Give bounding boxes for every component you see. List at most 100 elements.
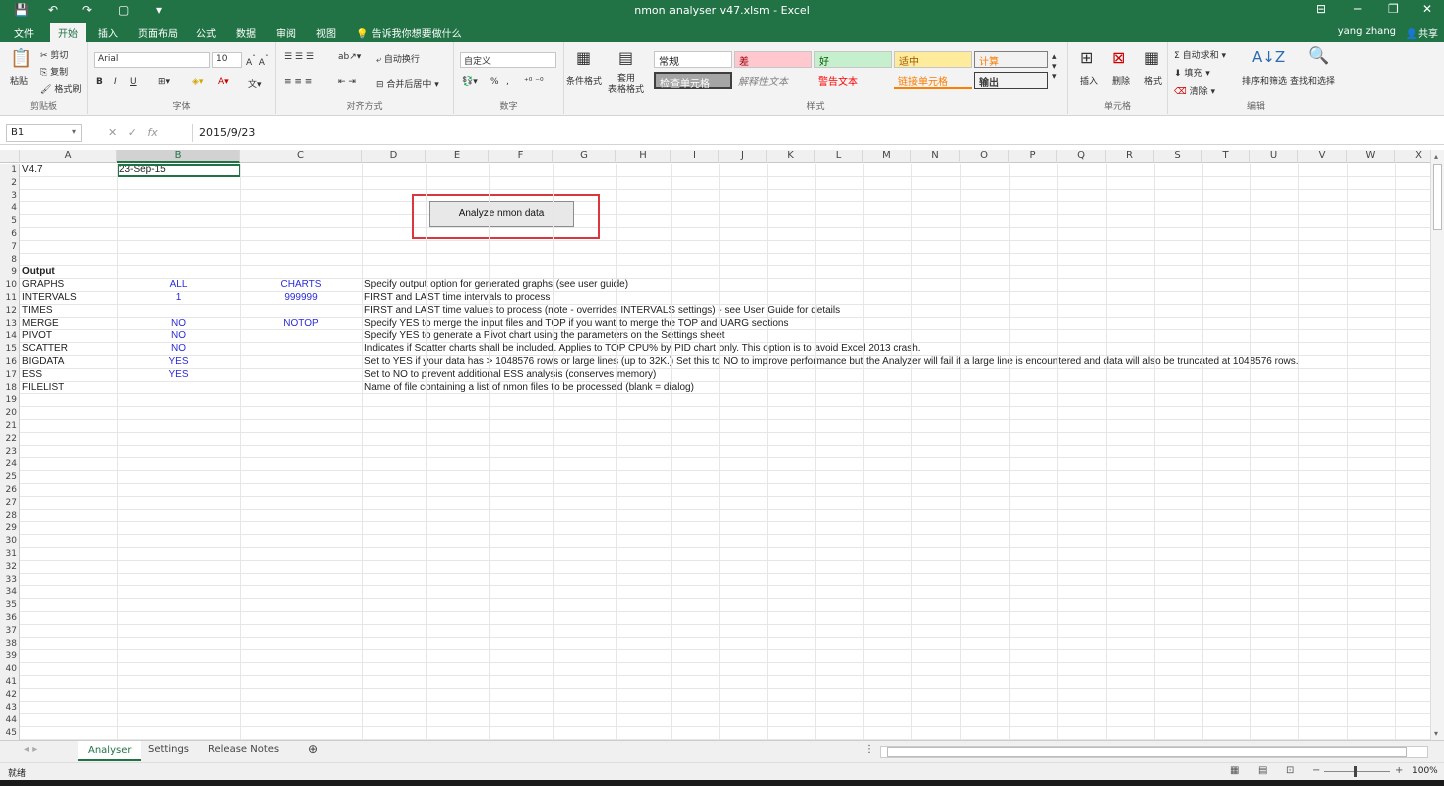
align-left-icon[interactable]: ≡ ≡ ≡	[284, 77, 312, 87]
row-header[interactable]: 21	[0, 420, 20, 433]
fill-color-icon[interactable]: ◈▾	[192, 77, 203, 87]
orientation-icon[interactable]: ab↗▾	[338, 52, 361, 62]
underline-button[interactable]: U	[130, 77, 137, 87]
column-header-h[interactable]: H	[616, 150, 671, 163]
row-header[interactable]: 38	[0, 637, 20, 651]
conditional-format-icon[interactable]: ▦	[576, 48, 591, 67]
row-header[interactable]: 44	[0, 714, 20, 728]
sheet-tab-release-notes[interactable]: Release Notes	[208, 744, 279, 755]
row-header[interactable]: 12	[0, 304, 20, 318]
font-name-select[interactable]: Arial	[94, 52, 210, 68]
clear-button[interactable]: ⌫ 清除 ▾	[1174, 84, 1215, 97]
minimize-icon[interactable]: ─	[1354, 2, 1361, 16]
find-icon[interactable]: 🔍	[1308, 46, 1329, 66]
tab-data[interactable]: 数据	[236, 25, 256, 40]
font-size-select[interactable]: 10	[212, 52, 242, 68]
cut-button[interactable]: ✂ 剪切	[40, 48, 68, 61]
page-layout-view-icon[interactable]: ▤	[1258, 765, 1267, 776]
column-header-e[interactable]: E	[426, 150, 489, 163]
column-header-w[interactable]: W	[1347, 150, 1395, 163]
number-format-select[interactable]: 自定义	[460, 52, 556, 68]
cell-a17[interactable]: ESS	[22, 369, 42, 382]
border-icon[interactable]: ⊞▾	[158, 77, 170, 87]
styles-scroll-icon[interactable]: ▴ ▾ ▾	[1052, 52, 1057, 82]
style-normal[interactable]: 常规	[654, 51, 732, 68]
cell-a11[interactable]: INTERVALS	[22, 292, 77, 305]
align-top-icon[interactable]: ☰ ☰ ☰	[284, 52, 314, 62]
scroll-up-icon[interactable]: ▴	[1434, 152, 1438, 161]
row-header[interactable]: 45	[0, 727, 20, 740]
formula-input[interactable]: 2015/9/23	[192, 124, 1438, 142]
row-header[interactable]: 41	[0, 676, 20, 689]
sheet-tab-analyser[interactable]: Analyser	[78, 741, 142, 761]
cell-d15[interactable]: Indicates if Scatter charts shall be inc…	[364, 343, 921, 356]
row-header[interactable]: 2	[0, 176, 20, 190]
column-header-b[interactable]: B	[117, 150, 240, 163]
column-header-s[interactable]: S	[1154, 150, 1202, 163]
comma-button[interactable]: ,	[506, 77, 509, 87]
style-check-cell[interactable]: 检查单元格	[654, 72, 732, 90]
column-header-x[interactable]: X	[1395, 150, 1430, 163]
row-header[interactable]: 30	[0, 535, 20, 548]
row-header[interactable]: 5	[0, 215, 20, 228]
cell-d10[interactable]: Specify output option for generated grap…	[364, 279, 628, 292]
tab-split-icon[interactable]: ⋮	[864, 744, 874, 755]
scroll-down-icon[interactable]: ▾	[1434, 729, 1438, 738]
zoom-slider-thumb[interactable]	[1354, 766, 1357, 777]
row-header[interactable]: 37	[0, 624, 20, 638]
tab-formulas[interactable]: 公式	[196, 25, 216, 40]
row-header[interactable]: 15	[0, 343, 20, 356]
row-header[interactable]: 1	[0, 164, 20, 177]
row-header[interactable]: 32	[0, 560, 20, 574]
style-output[interactable]: 输出	[974, 72, 1048, 89]
column-header-c[interactable]: C	[240, 150, 362, 163]
cell-d11[interactable]: FIRST and LAST time intervals to process	[364, 292, 550, 305]
cell-d13[interactable]: Specify YES to merge the input files and…	[364, 318, 789, 331]
column-header-v[interactable]: V	[1298, 150, 1347, 163]
row-header[interactable]: 33	[0, 573, 20, 587]
insert-cells-icon[interactable]: ⊞	[1080, 48, 1093, 67]
column-header-q[interactable]: Q	[1057, 150, 1106, 163]
style-warning[interactable]: 警告文本	[814, 72, 892, 89]
row-header[interactable]: 11	[0, 292, 20, 305]
currency-icon[interactable]: 💱▾	[462, 77, 478, 87]
name-box-dropdown-icon[interactable]: ▾	[72, 127, 76, 136]
zoom-out-icon[interactable]: −	[1312, 765, 1320, 776]
tab-page-layout[interactable]: 页面布局	[138, 25, 178, 40]
row-header[interactable]: 29	[0, 522, 20, 536]
row-header[interactable]: 20	[0, 407, 20, 420]
column-header-a[interactable]: A	[20, 150, 117, 163]
column-header-f[interactable]: F	[489, 150, 553, 163]
cell-a12[interactable]: TIMES	[22, 305, 53, 318]
select-all-corner[interactable]	[0, 150, 20, 163]
indent-icon[interactable]: ⇤ ⇥	[338, 77, 356, 87]
percent-button[interactable]: %	[490, 77, 499, 87]
find-select-button[interactable]: 查找和选择	[1290, 74, 1335, 87]
tab-view[interactable]: 视图	[316, 25, 336, 40]
row-header[interactable]: 28	[0, 509, 20, 523]
tab-prev-icon[interactable]: ◂ ▸	[24, 744, 37, 755]
row-header[interactable]: 6	[0, 228, 20, 241]
column-header-r[interactable]: R	[1106, 150, 1154, 163]
cell-c10[interactable]: CHARTS	[242, 279, 360, 292]
horizontal-scroll-thumb[interactable]	[887, 747, 1407, 757]
row-header[interactable]: 10	[0, 279, 20, 292]
row-header[interactable]: 22	[0, 432, 20, 446]
vertical-scrollbar[interactable]: ▴ ▾	[1430, 150, 1444, 740]
decimal-icon[interactable]: ⁺⁰ ⁻⁰	[524, 77, 544, 87]
column-header-l[interactable]: L	[815, 150, 863, 163]
cell-b11[interactable]: 1	[119, 292, 238, 305]
column-header-p[interactable]: P	[1009, 150, 1057, 163]
cell-b10[interactable]: ALL	[119, 279, 238, 292]
row-header[interactable]: 40	[0, 663, 20, 676]
sort-filter-button[interactable]: 排序和筛选	[1242, 74, 1287, 87]
row-header[interactable]: 43	[0, 701, 20, 715]
style-calculation[interactable]: 计算	[974, 51, 1048, 68]
cell-a9[interactable]: Output	[22, 266, 55, 279]
maximize-icon[interactable]: ❐	[1388, 2, 1399, 16]
horizontal-scrollbar[interactable]	[880, 746, 1428, 758]
format-table-icon[interactable]: ▤	[618, 48, 633, 67]
cell-b13[interactable]: NO	[119, 318, 238, 331]
tab-home[interactable]: 开始	[50, 23, 86, 42]
row-header[interactable]: 19	[0, 394, 20, 408]
